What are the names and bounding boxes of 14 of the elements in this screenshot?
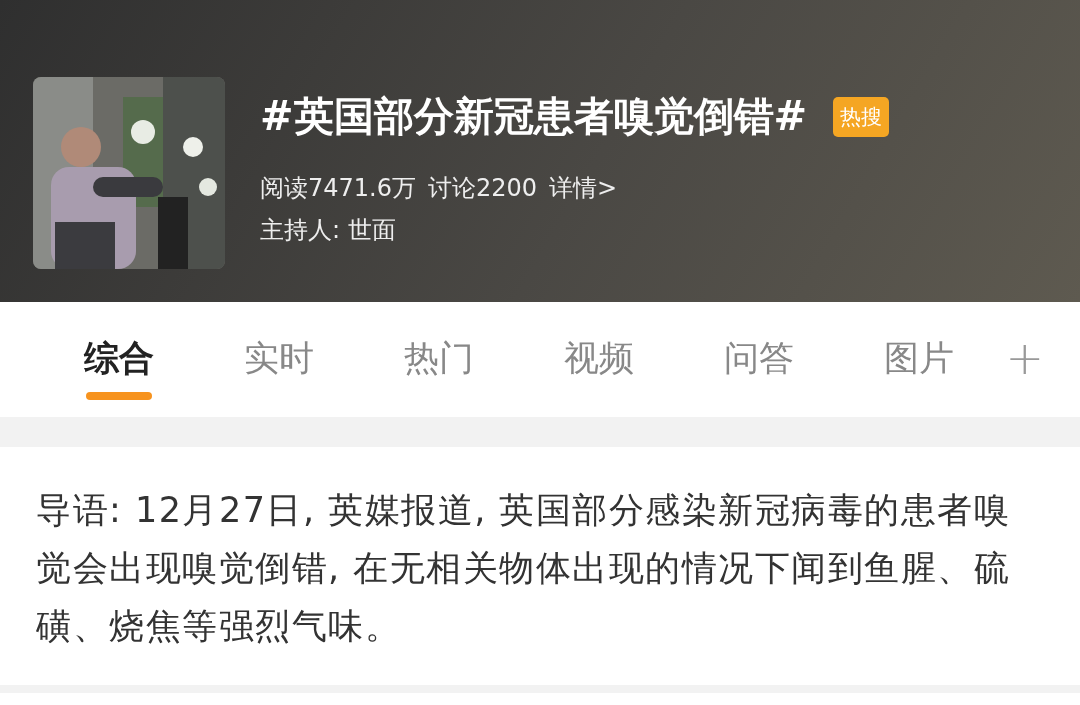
topic-stat: 讨论2200 <box>428 173 538 204</box>
intro-text: 导语: 12月27日, 英媒报道, 英国部分感染新冠病毒的患者嗅觉会出现嗅觉倒错, 在无相关物体出现的情况下闻到鱼腥、硫磺、烧焦等强烈气味。 <box>35 489 1012 648</box>
topic-title: #英国部分新冠患者嗅觉倒错# <box>260 92 808 141</box>
topic-stat: 阅读7471.6万 <box>260 173 416 204</box>
topic-stat: 详情> <box>549 173 618 204</box>
tab[interactable]: 视频 <box>558 302 640 379</box>
tab[interactable]: 图片 <box>878 302 960 379</box>
host-label: 主持人: 世面 <box>260 215 397 246</box>
tab[interactable]: 综合 <box>78 302 160 401</box>
add-tab-button[interactable]: + <box>999 330 1050 386</box>
hot-badge: 热搜 <box>833 96 890 137</box>
tab[interactable]: 热门 <box>398 302 480 379</box>
tab[interactable]: 实时 <box>238 302 320 379</box>
tab[interactable]: 问答 <box>718 302 800 379</box>
